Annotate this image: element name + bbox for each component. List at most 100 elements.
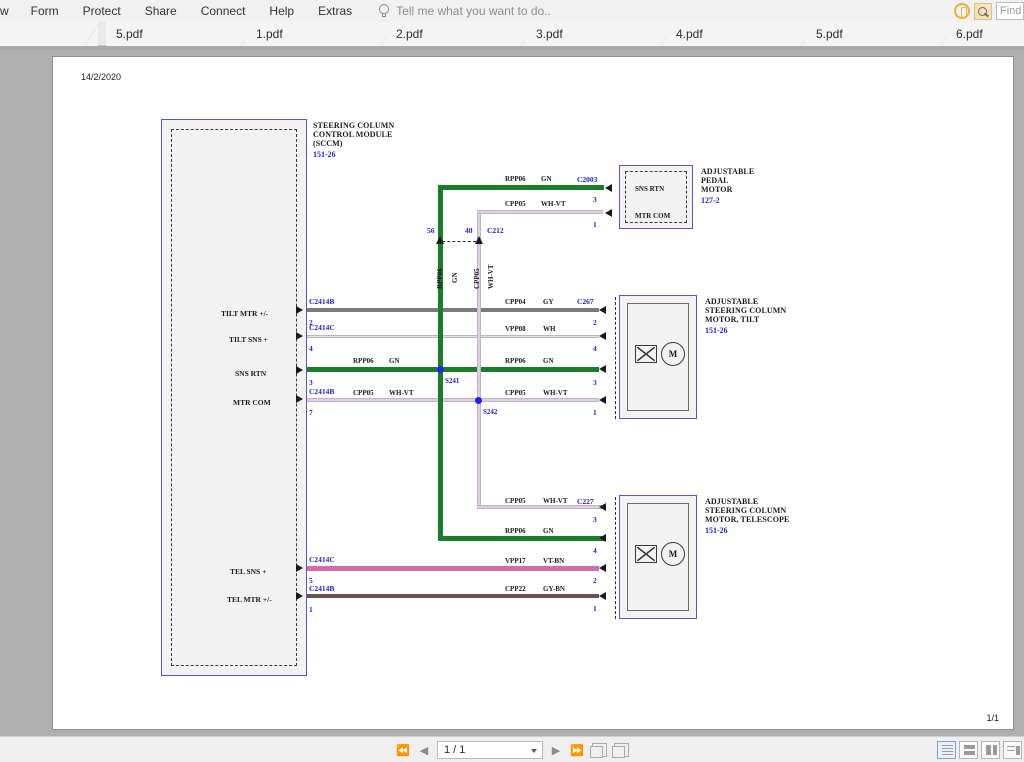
sccm-pin-label-tel-mtr: TEL MTR +/-	[227, 595, 272, 604]
module-telescope-motor-dashed-edge	[615, 497, 616, 619]
c212-arrow-left	[436, 236, 444, 244]
tab-4[interactable]: 3.pdf	[526, 22, 674, 46]
menu-item-extras[interactable]: Extras	[306, 0, 364, 22]
menu-item-share[interactable]: Share	[133, 0, 189, 22]
chevron-down-icon[interactable]	[531, 749, 537, 753]
vertical-wire-label-rpp06: RPP06	[436, 268, 444, 289]
telescope-motor-icon: M	[661, 542, 685, 566]
menu-item-view[interactable]: w	[0, 0, 19, 22]
previous-page-button[interactable]: ◀	[416, 741, 432, 759]
sccm-pinnum-6: 1	[309, 605, 313, 614]
menu-item-connect[interactable]: Connect	[189, 0, 258, 22]
page-number-input[interactable]: 1 / 1	[437, 741, 543, 759]
next-page-button[interactable]: ▶	[548, 741, 564, 759]
tab-5[interactable]: 4.pdf	[666, 22, 814, 46]
first-page-button[interactable]: ⏪	[395, 741, 411, 759]
telescope-motor-arrow-1	[599, 503, 606, 511]
splice-dot-s242	[475, 397, 482, 404]
sccm-pin-arrow-3	[296, 366, 303, 374]
wire-color-whvt-mid: WH-VT	[389, 389, 414, 397]
wire-color-gybn: GY-BN	[543, 585, 565, 593]
sccm-pinnum-3: 3	[309, 378, 313, 387]
sccm-connector-4: C2414B	[309, 387, 335, 396]
tab-6[interactable]: 5.pdf	[806, 22, 954, 46]
tab-3[interactable]: 2.pdf	[386, 22, 534, 46]
wire-cpp04-gy	[307, 308, 599, 312]
wire-label-cpp05-top: CPP05	[505, 200, 526, 208]
wire-vpp17-vtbn	[307, 566, 599, 571]
telescope-motor-pinnum-1: 3	[593, 515, 597, 524]
continuous-scroll-view-icon[interactable]	[959, 741, 978, 759]
tilt-motor-pinnum-3: 3	[593, 378, 597, 387]
wire-label-rpp06-tilt: RPP06	[505, 357, 526, 365]
tilt-motor-pinnum-1: 2	[593, 318, 597, 327]
wire-color-gn-tel: GN	[543, 527, 554, 535]
tell-me-search[interactable]: Tell me what you want to do..	[378, 4, 551, 18]
lightbulb-icon	[378, 4, 390, 18]
wire-label-cpp05-tilt: CPP05	[505, 389, 526, 397]
module-sccm-code: 151-26	[313, 150, 336, 159]
tilt-motor-pinnum-2: 4	[593, 344, 597, 353]
pedal-motor-pinnum-1: 3	[593, 195, 597, 204]
wire-violet-top-horizontal	[477, 210, 603, 214]
tab-label: 4.pdf	[676, 27, 703, 41]
telescope-motor-glyph: M	[668, 549, 678, 559]
wire-cpp22-gybn	[307, 594, 599, 598]
tilt-motor-arrow-3	[599, 365, 606, 373]
page-navigation: ⏪ ◀ 1 / 1 ▶ ⏩	[395, 737, 629, 762]
wire-color-gn-mid: GN	[389, 357, 400, 365]
two-page-scroll-view-icon[interactable]	[1003, 741, 1022, 759]
menu-item-help[interactable]: Help	[257, 0, 306, 22]
menu-item-protect[interactable]: Protect	[71, 0, 133, 22]
tab-label: 3.pdf	[536, 27, 563, 41]
wire-label-rpp06-mid: RPP06	[353, 357, 374, 365]
pdf-page: 14/2/2020 1/1 STEERING COLUMN CONTROL MO…	[52, 56, 1014, 730]
last-page-button[interactable]: ⏩	[569, 741, 585, 759]
tilt-motor-connector: C267	[577, 297, 594, 306]
pedal-motor-pinnum-2: 1	[593, 220, 597, 229]
document-viewport[interactable]: 14/2/2020 1/1 STEERING COLUMN CONTROL MO…	[0, 50, 1024, 736]
vertical-wire-color-whvt: WH-VT	[487, 264, 495, 290]
view-mode-group	[937, 737, 1022, 762]
wire-color-whvt-tilt: WH-VT	[543, 389, 568, 397]
wire-cpp05-whvt-left	[307, 398, 599, 402]
telescope-motor-arrow-2	[599, 534, 606, 542]
wire-color-gn-top: GN	[541, 175, 552, 183]
module-tilt-motor-code: 151-26	[705, 326, 728, 335]
c212-pin-left: 56	[427, 226, 435, 235]
tab-0[interactable]: pdf	[0, 22, 98, 46]
tab-7[interactable]: 6.pdf	[946, 22, 1024, 46]
bottom-toolbar: ⏪ ◀ 1 / 1 ▶ ⏩	[0, 736, 1024, 762]
page-number-value: 1 / 1	[444, 744, 466, 756]
menu-item-form[interactable]: Form	[19, 0, 71, 22]
find-input[interactable]: Find	[996, 2, 1024, 20]
wire-color-wh: WH	[543, 325, 556, 333]
wire-violet-vertical-trunk	[477, 210, 481, 509]
tab-1[interactable]: 5.pdf	[106, 22, 254, 46]
pedal-motor-arrow-1	[605, 184, 612, 192]
document-tab-strip: pdf 5.pdf 1.pdf 2.pdf 3.pdf 4.pdf 5.pdf …	[0, 22, 1024, 46]
highlight-tool-icon[interactable]	[954, 3, 970, 19]
module-tilt-motor-dashed-edge	[615, 297, 616, 419]
wire-color-gn-tilt: GN	[543, 357, 554, 365]
module-pedal-motor-title: ADJUSTABLE PEDAL MOTOR	[701, 167, 755, 195]
tilt-motor-arrow-1	[599, 306, 606, 314]
telescope-motor-arrow-3	[599, 564, 606, 572]
tell-me-placeholder: Tell me what you want to do..	[396, 4, 551, 18]
tab-2[interactable]: 1.pdf	[246, 22, 394, 46]
tilt-motor-arrow-2	[599, 332, 606, 340]
pedal-motor-arrow-2	[605, 209, 612, 217]
previous-view-icon[interactable]	[590, 743, 607, 758]
sccm-pinnum-2: 4	[309, 344, 313, 353]
telescope-motor-connector: C227	[577, 497, 594, 506]
tilt-motor-pinnum-4: 1	[593, 408, 597, 417]
sccm-pin-label-sns-rtn: SNS RTN	[235, 369, 267, 378]
wiring-diagram: STEERING COLUMN CONTROL MODULE (SCCM) 15…	[53, 57, 1013, 729]
single-page-view-icon[interactable]	[937, 741, 956, 759]
search-icon[interactable]	[974, 2, 992, 20]
sccm-pinnum-4: 7	[309, 408, 313, 417]
wire-label-cpp04: CPP04	[505, 298, 526, 306]
tab-label: 2.pdf	[396, 27, 423, 41]
next-view-icon[interactable]	[612, 743, 629, 758]
two-page-view-icon[interactable]	[981, 741, 1000, 759]
